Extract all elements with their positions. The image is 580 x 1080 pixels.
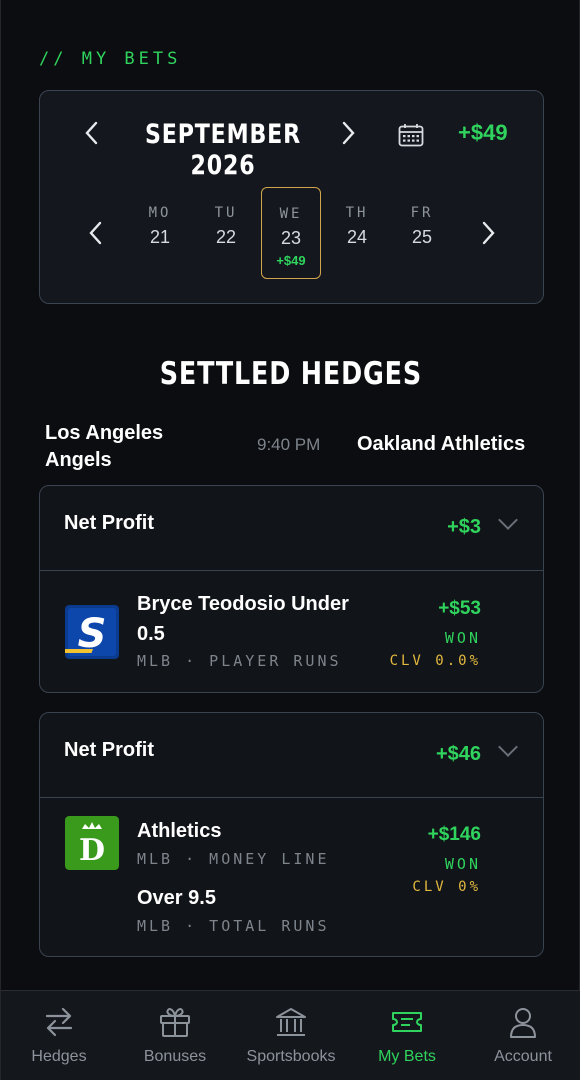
month-label: SEPTEMBER 2026 bbox=[144, 119, 301, 181]
tab-label: My Bets bbox=[378, 1048, 436, 1065]
section-tag: // MY BETS bbox=[39, 49, 182, 69]
bet-meta: MLB · MONEY LINE bbox=[137, 850, 330, 868]
bet-amount: +$53 bbox=[438, 598, 481, 619]
day-of-week: MO bbox=[148, 205, 172, 221]
settled-hedges-title: SETTLED HEDGES bbox=[159, 356, 423, 392]
month-row: SEPTEMBER 2026 +$49 bbox=[40, 113, 543, 181]
month-total: +$49 bbox=[458, 120, 508, 145]
day-cell-selected[interactable]: WE 23 +$49 bbox=[261, 187, 321, 279]
bet-clv: CLV 0% bbox=[412, 879, 481, 895]
day-number: 24 bbox=[346, 227, 368, 247]
hedge-card-header[interactable]: Net Profit +$46 bbox=[40, 713, 543, 798]
day-number: 25 bbox=[411, 227, 433, 247]
net-profit-value: +$46 bbox=[435, 743, 481, 765]
hedge-card: Net Profit +$3 S Bryce Teodosio Under 0.… bbox=[39, 485, 544, 693]
home-team: Los Angeles Angels bbox=[45, 422, 164, 471]
match-header: Los Angeles Angels 9:40 PM Oakland Athle… bbox=[45, 420, 545, 474]
bet-meta: MLB · PLAYER RUNS bbox=[137, 652, 342, 670]
day-number: 22 bbox=[215, 227, 237, 247]
match-time: 9:40 PM bbox=[257, 435, 321, 454]
bottom-tab-bar: Hedges Bonuses Sportsbooks My Bets Accou… bbox=[1, 990, 580, 1080]
day-cell[interactable]: TU 22 bbox=[196, 187, 256, 279]
chevron-down-icon[interactable] bbox=[498, 737, 518, 757]
bet-row: S Bryce Teodosio Under 0.5 MLB · PLAYER … bbox=[40, 571, 543, 692]
day-profit: +$49 bbox=[276, 253, 306, 268]
tab-label: Bonuses bbox=[143, 1048, 207, 1065]
hedge-card-header[interactable]: Net Profit +$3 bbox=[40, 486, 543, 571]
svg-text:D: D bbox=[79, 833, 105, 868]
day-of-week: TU bbox=[214, 205, 238, 221]
net-profit-label: Net Profit bbox=[64, 739, 154, 761]
bet-meta: MLB · TOTAL RUNS bbox=[137, 917, 330, 935]
day-cell[interactable]: FR 25 bbox=[392, 187, 452, 279]
calendar-icon[interactable] bbox=[398, 123, 424, 147]
app-screen: // MY BETS SEPTEMBER 2026 +$49 MO 21 TU … bbox=[0, 0, 580, 1080]
hedge-card: Net Profit +$46 D Athletics MLB · MONEY … bbox=[39, 712, 544, 957]
bet-title: Bryce Teodosio Under 0.5 bbox=[137, 593, 349, 645]
gift-icon bbox=[160, 1007, 190, 1037]
tab-bonuses[interactable]: Bonuses bbox=[117, 991, 233, 1080]
day-of-week: TH bbox=[345, 205, 369, 221]
user-icon bbox=[510, 1008, 536, 1038]
tab-label: Sportsbooks bbox=[246, 1048, 336, 1065]
bet-amount: +$146 bbox=[427, 824, 481, 845]
chevron-right-icon bbox=[342, 121, 355, 145]
net-profit-value: +$3 bbox=[447, 516, 481, 538]
bet-clv: CLV 0.0% bbox=[389, 653, 481, 669]
swap-arrows-icon bbox=[45, 1007, 73, 1037]
chevron-down-icon[interactable] bbox=[498, 510, 518, 530]
chevron-left-icon bbox=[89, 221, 102, 245]
tab-hedges[interactable]: Hedges bbox=[1, 991, 117, 1080]
bet-title: Over 9.5 bbox=[137, 887, 216, 909]
tab-account[interactable]: Account bbox=[465, 991, 580, 1080]
days-row: MO 21 TU 22 WE 23 +$49 TH 24 FR 25 bbox=[40, 187, 543, 281]
tab-sportsbooks[interactable]: Sportsbooks bbox=[233, 991, 349, 1080]
day-number: 23 bbox=[280, 228, 302, 248]
tab-label: Hedges bbox=[31, 1048, 87, 1065]
draftkings-logo-icon: D bbox=[65, 816, 119, 870]
tab-my-bets[interactable]: My Bets bbox=[349, 991, 465, 1080]
next-week-button[interactable] bbox=[478, 213, 500, 253]
ticket-icon bbox=[392, 1012, 422, 1032]
bet-row: D Athletics MLB · MONEY LINE +$146 WON C… bbox=[40, 798, 543, 956]
prev-month-button[interactable] bbox=[80, 113, 102, 153]
chevron-right-icon bbox=[482, 221, 495, 245]
day-cell[interactable]: TH 24 bbox=[327, 187, 387, 279]
prev-week-button[interactable] bbox=[84, 213, 106, 253]
calendar-card: SEPTEMBER 2026 +$49 MO 21 TU 22 WE 23 +$… bbox=[39, 90, 544, 304]
bet-result: WON bbox=[444, 855, 481, 873]
away-team: Oakland Athletics bbox=[357, 433, 526, 455]
thescore-bet-logo-icon: S bbox=[65, 605, 119, 659]
bet-result: WON bbox=[444, 629, 481, 647]
chevron-left-icon bbox=[85, 121, 98, 145]
day-cell[interactable]: MO 21 bbox=[130, 187, 190, 279]
tab-label: Account bbox=[494, 1048, 552, 1065]
bank-icon bbox=[276, 1008, 306, 1036]
day-number: 21 bbox=[149, 227, 171, 247]
day-of-week: FR bbox=[410, 205, 434, 221]
day-of-week: WE bbox=[279, 206, 303, 222]
bet-title: Athletics bbox=[137, 820, 222, 842]
next-month-button[interactable] bbox=[338, 113, 360, 153]
net-profit-label: Net Profit bbox=[64, 512, 154, 534]
